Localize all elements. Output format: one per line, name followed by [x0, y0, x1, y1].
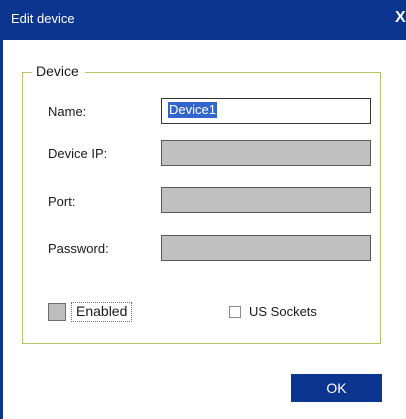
- port-field[interactable]: [161, 187, 371, 213]
- close-icon[interactable]: X: [395, 9, 406, 29]
- us-sockets-checkbox[interactable]: [229, 306, 241, 318]
- enabled-label[interactable]: Enabled: [71, 302, 133, 322]
- device-ip-label: Device IP:: [48, 146, 108, 161]
- ok-button[interactable]: OK: [291, 374, 382, 402]
- device-group-label: Device: [32, 63, 85, 79]
- device-ip-field[interactable]: [161, 140, 371, 166]
- password-label: Password:: [48, 241, 109, 256]
- port-label: Port:: [48, 194, 76, 209]
- name-field-value: Device1: [168, 102, 217, 118]
- enabled-checkbox[interactable]: [48, 303, 66, 321]
- window-title: Edit device: [11, 11, 75, 26]
- title-bar: Edit device X: [3, 0, 406, 40]
- us-sockets-label[interactable]: US Sockets: [249, 304, 317, 319]
- name-label: Name:: [48, 104, 87, 119]
- password-field[interactable]: [161, 235, 371, 261]
